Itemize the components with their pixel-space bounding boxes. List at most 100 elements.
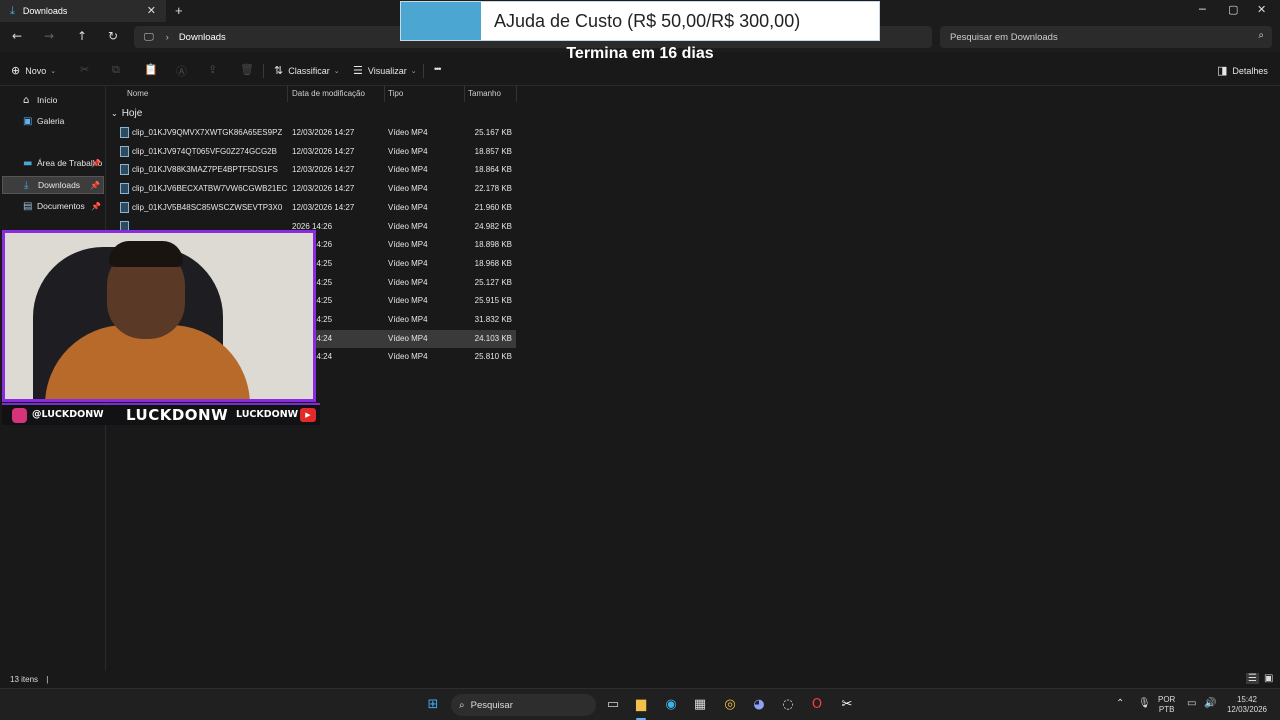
plus-circle-icon: ⊕ [11, 64, 21, 77]
file-name: clip_01KJV6BECXATBW7VW6CGWB21EC [132, 184, 288, 194]
microphone-icon[interactable]: 🎙 [1138, 698, 1151, 709]
file-type: Vídeo MP4 [388, 221, 428, 231]
instagram-icon [12, 408, 27, 423]
item-count: 13 itens [10, 675, 39, 684]
sort-label: Classificar [288, 65, 330, 76]
file-size: 25.127 KB [474, 277, 512, 287]
new-tab-button[interactable]: + [175, 3, 183, 18]
new-button[interactable]: ⊕ Novo ⌄ [11, 64, 56, 77]
file-name: clip_01KJV88K3MAZ7PE4BPTF5DS1FS [132, 165, 278, 175]
file-type: Vídeo MP4 [388, 240, 428, 250]
tab-downloads[interactable]: ⤓ Downloads ✕ [0, 0, 166, 22]
obs-icon[interactable]: ◌ [779, 696, 797, 714]
column-header-type[interactable]: Tipo [388, 89, 403, 105]
volume-icon[interactable]: 🔊 [1204, 698, 1216, 709]
store-icon[interactable]: ▦ [691, 696, 709, 714]
details-button[interactable]: ◨ Detalhes [1217, 64, 1268, 77]
search-icon: ⌕ [459, 699, 465, 711]
capcut-icon[interactable]: ✂ [838, 696, 856, 714]
column-header-date[interactable]: Data de modificação [292, 89, 365, 105]
maximize-button[interactable]: ▢ [1228, 3, 1238, 16]
copy-icon[interactable]: ⧉ [112, 63, 120, 77]
streamer-hair [109, 241, 183, 267]
column-header-name[interactable]: Nome [127, 89, 148, 105]
tab-title: Downloads [22, 6, 68, 16]
more-options-button[interactable]: ••• [434, 64, 442, 74]
forward-button[interactable]: → [44, 29, 54, 43]
gallery-icon: ▣ [23, 115, 33, 127]
file-explorer-icon[interactable]: ▆ [632, 696, 650, 714]
file-row[interactable]: clip_01KJV5B48SC85WSCZWSEVTP3X0 12/03/202… [116, 199, 516, 217]
search-icon: ⌕ [1258, 30, 1264, 41]
sidebar-item-downloads[interactable]: ⤓ Downloads 📌 [2, 176, 104, 194]
column-divider[interactable] [516, 86, 517, 102]
show-hidden-icons-button[interactable]: ⌃ [1116, 698, 1124, 709]
back-button[interactable]: ← [12, 29, 22, 43]
sidebar-item-home[interactable]: ⌂ Início [2, 91, 104, 109]
language-code: POR [1158, 695, 1176, 704]
file-row[interactable]: clip_01KJV9QMVX7XWTGK86A65ES9PZ 12/03/202… [116, 124, 516, 142]
banner-accent [401, 2, 481, 40]
minimize-button[interactable]: ─ [1199, 3, 1206, 16]
toolbar-divider [423, 64, 424, 78]
refresh-button[interactable]: ↻ [108, 29, 118, 43]
clock-time: 15:42 [1236, 695, 1258, 704]
paste-icon[interactable]: 📋 [144, 63, 158, 76]
file-type: Vídeo MP4 [388, 277, 428, 287]
clock[interactable]: 15:42 12/03/2026 [1226, 695, 1268, 715]
sidebar-item-label: Galeria [37, 116, 65, 126]
cut-icon[interactable]: ✂ [80, 63, 89, 76]
breadcrumb-separator: › [165, 31, 169, 43]
file-row[interactable]: clip_01KJV6BECXATBW7VW6CGWB21EC 12/03/202… [116, 180, 516, 198]
sidebar-item-label: Downloads [38, 180, 81, 190]
sidebar-item-documents[interactable]: ▤ Documentos 📌 [2, 197, 104, 215]
pin-icon: 📌 [91, 158, 101, 168]
file-type: Vídeo MP4 [388, 146, 428, 156]
sort-button[interactable]: ⇅ Classificar ⌄ [274, 64, 340, 77]
file-date: 12/03/2026 14:27 [292, 128, 355, 137]
download-icon: ⤓ [24, 179, 29, 191]
language-indicator[interactable]: POR PTB [1158, 695, 1175, 715]
pin-icon: 📌 [90, 180, 100, 190]
discord-icon[interactable]: ◕ [750, 696, 768, 714]
file-type: Vídeo MP4 [388, 315, 428, 324]
video-file-icon [120, 201, 129, 213]
column-header-size[interactable]: Tamanho [468, 89, 501, 105]
task-view-icon[interactable]: ▭ [604, 696, 622, 714]
rename-icon[interactable]: Ⓐ [176, 63, 187, 79]
start-icon[interactable]: ⊞ [424, 696, 442, 714]
column-divider[interactable] [287, 86, 288, 102]
sidebar-item-gallery[interactable]: ▣ Galeria [2, 112, 104, 130]
share-icon[interactable]: ⇪ [208, 63, 217, 76]
tiles-view-icon[interactable]: ▣ [1264, 673, 1273, 684]
close-window-button[interactable]: ✕ [1257, 3, 1266, 16]
taskbar-search-label: Pesquisar [470, 699, 513, 711]
file-row[interactable]: clip_01KJV974QT065VFG0Z274GCG2B 12/03/202… [116, 143, 516, 161]
file-type: Vídeo MP4 [388, 202, 428, 212]
view-button[interactable]: ☰ Visualizar ⌄ [353, 64, 417, 77]
tab-close-button[interactable]: ✕ [147, 4, 156, 17]
file-type: Vídeo MP4 [388, 296, 428, 306]
details-view-icon[interactable]: ☰ [1246, 673, 1259, 684]
up-button[interactable]: ↑ [77, 29, 87, 43]
group-label: Hoje [121, 108, 143, 119]
sidebar-item-label: Início [37, 95, 58, 105]
network-icon[interactable]: ▭ [1187, 698, 1196, 709]
delete-icon[interactable]: 🗑 [240, 63, 254, 76]
details-label: Detalhes [1232, 65, 1268, 76]
edge-icon[interactable]: ◉ [662, 696, 680, 714]
file-row[interactable]: clip_01KJV88K3MAZ7PE4BPTF5DS1FS 12/03/202… [116, 161, 516, 179]
details-pane-icon: ◨ [1217, 64, 1228, 77]
column-divider[interactable] [464, 86, 465, 102]
taskbar-search[interactable]: ⌕ Pesquisar [451, 694, 596, 716]
chrome-icon[interactable]: ◎ [721, 696, 739, 714]
sort-icon: ⇅ [274, 64, 284, 77]
opera-icon[interactable]: O [808, 696, 826, 714]
column-divider[interactable] [384, 86, 385, 102]
sidebar-item-desktop[interactable]: ▬ Área de Trabalho 📌 [2, 154, 104, 172]
search-placeholder: Pesquisar em Downloads [950, 31, 1058, 43]
group-header-today[interactable]: ⌄ Hoje [111, 108, 142, 119]
breadcrumb[interactable]: Downloads [179, 32, 226, 43]
sidebar-item-label: Documentos [37, 201, 85, 211]
file-date: 12/03/2026 14:27 [292, 202, 355, 212]
